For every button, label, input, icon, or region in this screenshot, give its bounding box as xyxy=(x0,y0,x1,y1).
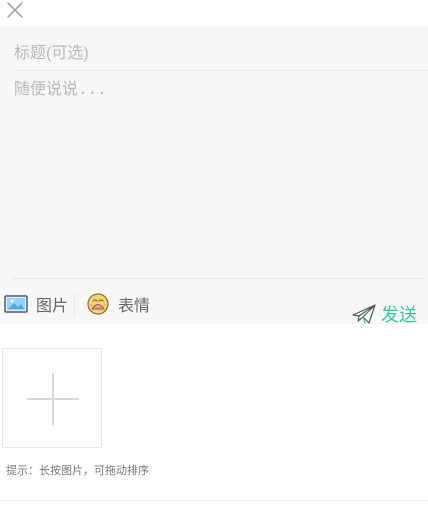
body-input[interactable] xyxy=(14,77,412,267)
composer-toolbar: 图片 表情 发送 xyxy=(0,284,428,326)
drag-sort-hint: 提示：长按图片，可拖动排序 xyxy=(6,464,149,477)
paper-plane-icon xyxy=(352,304,376,324)
emoji-icon xyxy=(87,293,109,315)
add-image-slot[interactable] xyxy=(2,348,102,448)
send-button-label: 发送 xyxy=(381,305,417,326)
post-composer-screen: 图片 表情 发送 提示：长按图片，可拖动排序 xyxy=(0,0,428,522)
emoji-button[interactable]: 表情 xyxy=(86,292,150,316)
plus-icon-vertical xyxy=(52,373,54,425)
image-button-label: 图片 xyxy=(36,296,69,315)
send-button[interactable]: 发送 xyxy=(351,300,417,328)
close-icon xyxy=(7,2,23,18)
close-button[interactable] xyxy=(3,0,27,24)
compose-area xyxy=(0,26,428,284)
top-bar xyxy=(0,0,428,26)
compose-divider xyxy=(13,278,423,279)
title-divider xyxy=(14,70,428,71)
image-icon xyxy=(4,295,28,313)
emoji-button-label: 表情 xyxy=(118,296,151,315)
toolbar-separator xyxy=(74,293,75,317)
bottom-divider xyxy=(0,500,428,501)
image-button[interactable]: 图片 xyxy=(4,292,68,316)
title-input[interactable] xyxy=(14,40,412,68)
